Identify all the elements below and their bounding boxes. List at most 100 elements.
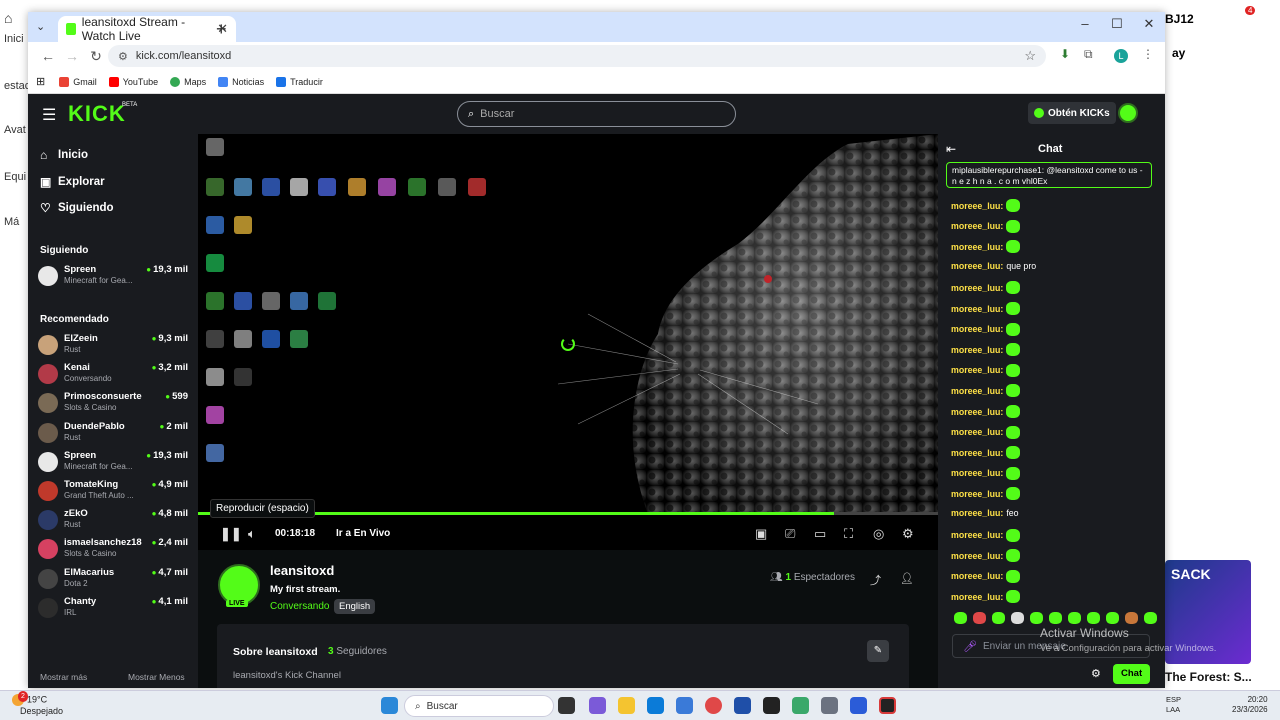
playback-speed-icon[interactable]: ◎ — [873, 526, 884, 542]
obs-icon[interactable] — [879, 697, 896, 714]
chat-username[interactable]: moreee_luu: — [951, 508, 1003, 518]
chat-message[interactable]: moreee_luu: — [951, 569, 1021, 583]
emote-icon[interactable] — [1087, 612, 1100, 624]
chat-collapse-icon[interactable]: ⇤ — [946, 142, 956, 156]
chat-message[interactable]: moreee_luu: — [951, 466, 1021, 480]
volume-icon[interactable]: 🔈︎ — [248, 526, 256, 542]
microphone-icon[interactable]: 🎤︎ — [963, 640, 977, 653]
vpn-icon[interactable] — [676, 697, 693, 714]
recommended-channel[interactable]: TomateKingGrand Theft Auto ... 4,9 mil — [38, 479, 188, 507]
chat-username[interactable]: moreee_luu: — [951, 427, 1003, 437]
chat-settings-icon[interactable]: ⚙ — [1091, 667, 1101, 680]
store-icon[interactable] — [734, 697, 751, 714]
apps-grid-icon[interactable]: ⊞ — [36, 75, 45, 88]
chat-message[interactable]: moreee_luu: — [951, 363, 1021, 377]
chat-message[interactable]: moreee_luu: — [951, 281, 1021, 295]
close-window-icon[interactable]: ✕ — [1133, 16, 1165, 32]
steam-icon[interactable] — [763, 697, 780, 714]
chat-message[interactable]: moreee_luu: — [951, 487, 1021, 501]
side-ad-caption[interactable]: The Forest: S... — [1165, 670, 1252, 684]
app-icon[interactable] — [850, 697, 867, 714]
hamburger-menu-icon[interactable]: ☰ — [42, 105, 56, 125]
reload-icon[interactable]: ↻ — [84, 48, 108, 65]
kick-logo[interactable]: KICK — [68, 101, 126, 127]
chat-send-button[interactable]: Chat — [1113, 664, 1151, 684]
chat-message[interactable]: moreee_luu: feo — [951, 508, 1019, 518]
emote-icon[interactable] — [1030, 612, 1043, 624]
get-kicks-button[interactable]: Obtén KICKs — [1028, 102, 1116, 124]
chat-username[interactable]: moreee_luu: — [951, 365, 1003, 375]
copilot-icon[interactable] — [589, 697, 606, 714]
taskbar-search[interactable]: ⌕ Buscar — [404, 695, 554, 717]
chat-username[interactable]: moreee_luu: — [951, 304, 1003, 314]
chrome-icon[interactable] — [705, 697, 722, 714]
bookmark-traducir[interactable]: Traducir — [276, 76, 323, 87]
chat-username[interactable]: moreee_luu: — [951, 324, 1003, 334]
chat-message[interactable]: moreee_luu: — [951, 446, 1021, 460]
bookmark-youtube[interactable]: YouTube — [108, 76, 158, 87]
emote-icon[interactable] — [973, 612, 986, 624]
forward-icon[interactable]: → — [60, 48, 84, 64]
site-info-icon[interactable]: ⚙ — [118, 50, 128, 63]
show-less-link[interactable]: Mostrar Menos — [128, 672, 185, 682]
menu-dots-icon[interactable]: ⋮ — [1142, 47, 1154, 61]
chat-message[interactable]: moreee_luu: — [951, 549, 1021, 563]
chat-message[interactable]: moreee_luu: — [951, 302, 1021, 315]
bookmark-maps[interactable]: Maps — [170, 76, 206, 87]
chat-username[interactable]: moreee_luu: — [951, 592, 1003, 602]
weather-widget[interactable]: 2 19°C Despejado — [12, 691, 63, 717]
user-avatar[interactable] — [1118, 103, 1138, 123]
download-icon[interactable]: ⬇ — [1060, 47, 1070, 61]
share-icon[interactable]: ⤴ — [870, 572, 881, 588]
fullscreen-icon[interactable]: ⛶ — [844, 526, 853, 542]
chat-message[interactable]: moreee_luu: — [951, 322, 1021, 336]
emote-icon[interactable] — [1144, 612, 1157, 624]
chat-message[interactable]: moreee_luu: — [951, 590, 1021, 604]
chat-username[interactable]: moreee_luu: — [951, 386, 1003, 396]
edit-pencil-icon[interactable]: ✎ — [867, 640, 889, 662]
address-bar[interactable]: ⚙ kick.com/leansitoxd ☆ — [108, 45, 1046, 67]
task-view-icon[interactable] — [558, 697, 575, 714]
chat-username[interactable]: moreee_luu: — [951, 283, 1003, 293]
recommended-channel[interactable]: ismaelsanchez18Slots & Casino 2,4 mil — [38, 537, 188, 565]
chat-message[interactable]: moreee_luu: — [951, 240, 1021, 254]
theater-mode-icon[interactable]: ▭ — [814, 526, 826, 542]
system-clock[interactable]: 20:20 23/3/2026 — [1232, 695, 1268, 715]
bookmark-star-icon[interactable]: ☆ — [1024, 48, 1036, 64]
chat-username[interactable]: moreee_luu: — [951, 530, 1003, 540]
new-tab-icon[interactable]: + — [216, 19, 227, 40]
chat-username[interactable]: moreee_luu: — [951, 448, 1003, 458]
language-tag[interactable]: English — [334, 599, 376, 614]
edge-icon[interactable] — [647, 697, 664, 714]
show-more-link[interactable]: Mostrar más — [40, 672, 87, 682]
emote-icon[interactable] — [1049, 612, 1062, 624]
minimize-icon[interactable]: – — [1069, 16, 1101, 32]
recommended-channel[interactable]: ElZeeinRust 9,3 mil — [38, 333, 188, 361]
profile-avatar[interactable]: L — [1114, 49, 1128, 63]
extensions-icon[interactable]: ⧉ — [1084, 47, 1093, 62]
chat-username[interactable]: moreee_luu: — [951, 407, 1003, 417]
chat-username[interactable]: moreee_luu: — [951, 551, 1003, 561]
video-player[interactable]: Reproducir (espacio) ❚❚ 🔈︎ 00:18:18 Ir a… — [198, 134, 938, 550]
language-indicator[interactable]: ESP LAA — [1166, 695, 1181, 715]
chat-message[interactable]: moreee_luu: — [951, 425, 1021, 439]
chat-message[interactable]: moreee_luu: que pro — [951, 261, 1036, 271]
chat-message[interactable]: moreee_luu: — [951, 405, 1021, 418]
chat-message[interactable]: moreee_luu: — [951, 343, 1021, 357]
chat-message[interactable]: moreee_luu: — [951, 219, 1021, 233]
chat-username[interactable]: moreee_luu: — [951, 201, 1003, 211]
settings-app-icon[interactable] — [821, 697, 838, 714]
recommended-channel[interactable]: SpreenMinecraft for Gea... 19,3 mil — [38, 450, 188, 478]
chrome-active-icon[interactable] — [792, 697, 809, 714]
recommended-channel[interactable]: zEkORust 4,8 mil — [38, 508, 188, 536]
kick-search-input[interactable]: ⌕ Buscar — [457, 101, 736, 127]
bookmark-noticias[interactable]: Noticias — [218, 76, 264, 87]
emote-icon[interactable] — [992, 612, 1005, 624]
chat-message[interactable]: moreee_luu: — [951, 528, 1021, 542]
emote-icon[interactable] — [954, 612, 967, 624]
stream-category[interactable]: Conversando — [270, 601, 329, 612]
chat-username[interactable]: moreee_luu: — [951, 221, 1003, 231]
recommended-channel[interactable]: PrimosconsuerteSlots & Casino 599 — [38, 391, 188, 419]
mini-player-icon[interactable]: ▣ — [755, 526, 767, 542]
chat-username[interactable]: moreee_luu: — [951, 242, 1003, 252]
